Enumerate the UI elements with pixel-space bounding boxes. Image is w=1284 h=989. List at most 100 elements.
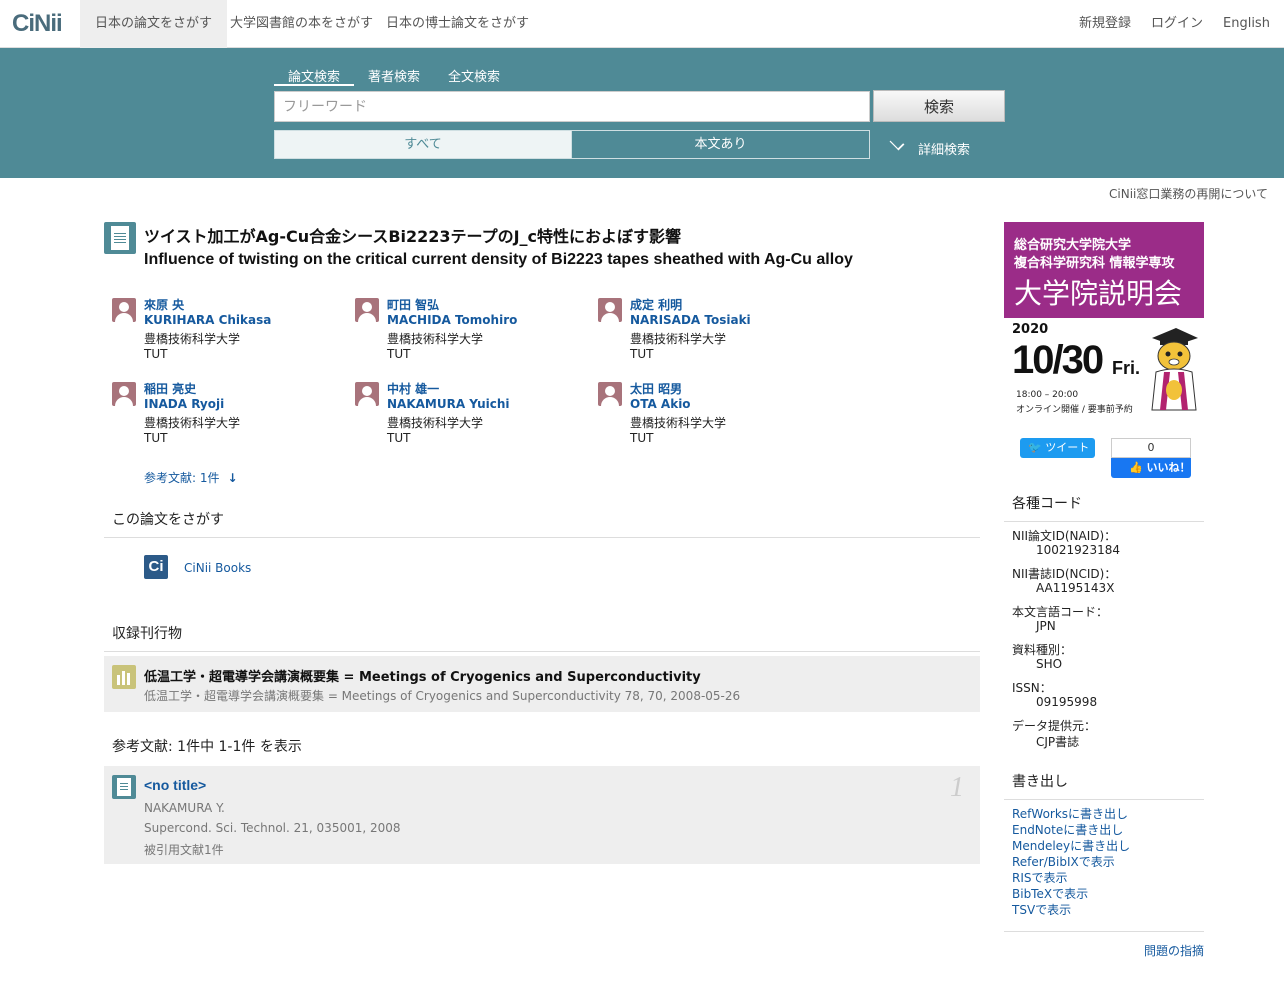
chevron-down-icon xyxy=(889,135,905,151)
search-this-heading: この論文をさがす xyxy=(104,509,980,538)
code-value: 10021923184 xyxy=(1036,543,1120,557)
banner-event-title: 大学院説明会 xyxy=(1014,277,1183,310)
like-label: いいね！ xyxy=(1146,461,1191,474)
code-value: CJP書誌 xyxy=(1036,735,1080,749)
register-link[interactable]: 新規登録 xyxy=(1079,0,1131,48)
author-name-link[interactable]: 成定 利明 NARISADA Tosiaki xyxy=(630,298,751,328)
banner-weekday: Fri. xyxy=(1112,358,1141,378)
author-affiliation: 豊橋技術科学大学 TUT xyxy=(144,416,241,445)
journal-icon xyxy=(112,665,136,689)
arrow-down-icon: ↓ xyxy=(227,471,238,485)
reference-source: Supercond. Sci. Technol. 21, 035001, 200… xyxy=(144,821,401,835)
export-heading: 書き出し xyxy=(1004,771,1204,800)
codes-heading: 各種コード xyxy=(1004,493,1204,522)
banner-header: 総合研究大学院大学 複合科学研究科 情報学専攻 大学院説明会 xyxy=(1004,222,1204,318)
code-value: 09195998 xyxy=(1036,695,1098,709)
author-name-link[interactable]: 太田 昭男 OTA Akio xyxy=(630,382,691,412)
export-ris-link[interactable]: RISで表示 xyxy=(1012,869,1068,886)
tab-fulltext-search[interactable]: 全文検索 xyxy=(434,66,514,86)
top-navigation: CiNii 日本の論文をさがす 大学図書館の本をさがす 日本の博士論文をさがす … xyxy=(0,0,1284,48)
divider xyxy=(1004,931,1204,932)
export-refworks-link[interactable]: RefWorksに書き出し xyxy=(1012,805,1128,822)
references-heading: 参考文献: 1件中 1-1件 を表示 xyxy=(112,739,302,755)
facebook-like-widget: 0 👍 いいね！ xyxy=(1111,438,1191,478)
tweet-button[interactable]: 🐦 ツイート xyxy=(1020,438,1095,458)
code-label: NII書誌ID(NCID)： xyxy=(1012,567,1117,581)
author-name-link[interactable]: 稲田 亮史 INADA Ryoji xyxy=(144,382,224,412)
advanced-search-toggle[interactable]: 詳細検索 xyxy=(889,135,970,158)
author-name-link[interactable]: 町田 智弘 MACHIDA Tomohiro xyxy=(387,298,517,328)
tab-author-search[interactable]: 著者検索 xyxy=(354,66,434,86)
journal-title-link[interactable]: 低温工学・超電導学会講演概要集 = Meetings of Cryogenics… xyxy=(144,666,701,685)
search-button[interactable]: 検索 xyxy=(873,90,1005,122)
banner-time: 18:00 – 20:00 xyxy=(1016,390,1079,400)
reference-number: 1 xyxy=(950,772,964,803)
references-jump-link[interactable]: 参考文献: 1件 ↓ xyxy=(144,469,238,486)
person-icon xyxy=(112,382,136,406)
banner-university: 総合研究大学院大学 xyxy=(1014,238,1132,253)
english-link[interactable]: English xyxy=(1223,0,1270,48)
like-count: 0 xyxy=(1111,438,1191,458)
export-mendeley-link[interactable]: Mendeleyに書き出し xyxy=(1012,837,1130,854)
reference-item: <no title> 1 NAKAMURA Y. Supercond. Sci.… xyxy=(104,766,980,864)
login-link[interactable]: ログイン xyxy=(1151,0,1203,48)
article-document-icon xyxy=(104,222,136,254)
author-affiliation: 豊橋技術科学大学 TUT xyxy=(387,332,484,361)
export-refer-link[interactable]: Refer/BibIXで表示 xyxy=(1012,853,1115,870)
logo-nii-text: Nii xyxy=(34,10,63,37)
cinii-books-icon: Ci xyxy=(144,555,168,579)
banner-year: 2020 xyxy=(1012,322,1049,337)
journal-heading: 収録刊行物 xyxy=(104,623,980,652)
author-name-link[interactable]: 中村 雄一 NAKAMURA Yuichi xyxy=(387,382,510,412)
journal-item: 低温工学・超電導学会講演概要集 = Meetings of Cryogenics… xyxy=(104,656,980,712)
event-banner[interactable]: 総合研究大学院大学 複合科学研究科 情報学専攻 大学院説明会 2020 10/3… xyxy=(1004,222,1204,418)
document-icon xyxy=(112,775,136,799)
person-icon xyxy=(355,382,379,406)
search-band: 論文検索 著者検索 全文検索 検索 すべて 本文あり 詳細検索 xyxy=(0,48,1284,178)
cinii-books-link[interactable]: CiNii Books xyxy=(184,561,251,575)
code-label: 資料種別： xyxy=(1012,643,1073,657)
export-tsv-link[interactable]: TSVで表示 xyxy=(1012,901,1071,918)
author-affiliation: 豊橋技術科学大学 TUT xyxy=(387,416,484,445)
article-title-en: Influence of twisting on the critical cu… xyxy=(144,251,853,268)
author-affiliation: 豊橋技術科学大学 TUT xyxy=(144,332,241,361)
code-value: SHO xyxy=(1036,657,1063,671)
tweet-label: ツイート xyxy=(1045,441,1090,454)
twitter-bird-icon: 🐦 xyxy=(1028,441,1046,454)
article-title-ja: ツイスト加工がAg-Cu合金シースBi2223テープのJ_c特性におよぼす影響 xyxy=(144,227,682,246)
person-icon xyxy=(355,298,379,322)
person-icon xyxy=(598,382,622,406)
code-label: データ提供元： xyxy=(1012,719,1097,733)
logo-ci-text: Ci xyxy=(12,10,35,37)
filter-all[interactable]: すべて xyxy=(274,130,572,159)
nav-tab-dissertations[interactable]: 日本の博士論文をさがす xyxy=(371,0,544,48)
reference-title-link[interactable]: <no title> xyxy=(144,777,206,793)
ncid-link[interactable]: AA1195143X xyxy=(1036,581,1114,595)
banner-department: 複合科学研究科 情報学専攻 xyxy=(1014,256,1175,271)
cinii-logo[interactable]: CiNii xyxy=(12,10,63,37)
report-problem-link[interactable]: 問題の指摘 xyxy=(1144,942,1204,959)
nav-tab-books[interactable]: 大学図書館の本をさがす xyxy=(215,0,388,48)
journal-citation: 低温工学・超電導学会講演概要集 = Meetings of Cryogenics… xyxy=(144,689,741,703)
export-endnote-link[interactable]: EndNoteに書き出し xyxy=(1012,821,1123,838)
like-button[interactable]: 👍 いいね！ xyxy=(1111,458,1191,478)
references-jump-label: 参考文献: 1件 xyxy=(144,471,220,485)
banner-online-note: オンライン開催 / 要事前予約 xyxy=(1016,405,1133,415)
person-icon xyxy=(598,298,622,322)
author-affiliation: 豊橋技術科学大学 TUT xyxy=(630,332,727,361)
mascot-icon xyxy=(1151,328,1198,411)
nav-tab-articles[interactable]: 日本の論文をさがす xyxy=(80,0,228,48)
filter-fulltext[interactable]: 本文あり xyxy=(571,130,870,159)
person-icon xyxy=(112,298,136,322)
code-label: ISSN： xyxy=(1012,681,1052,695)
search-input[interactable] xyxy=(274,91,870,122)
code-value: JPN xyxy=(1036,619,1056,633)
code-label: 本文言語コード： xyxy=(1012,605,1109,619)
thumbs-up-icon: 👍 xyxy=(1129,461,1143,474)
tab-article-search[interactable]: 論文検索 xyxy=(274,66,354,86)
export-bibtex-link[interactable]: BibTeXで表示 xyxy=(1012,885,1088,902)
author-name-link[interactable]: 來原 央 KURIHARA Chikasa xyxy=(144,298,271,328)
notice-link[interactable]: CiNii窓口業務の再開について xyxy=(1109,185,1268,202)
reference-cited-count[interactable]: 被引用文献1件 xyxy=(144,841,224,858)
author-affiliation: 豊橋技術科学大学 TUT xyxy=(630,416,727,445)
